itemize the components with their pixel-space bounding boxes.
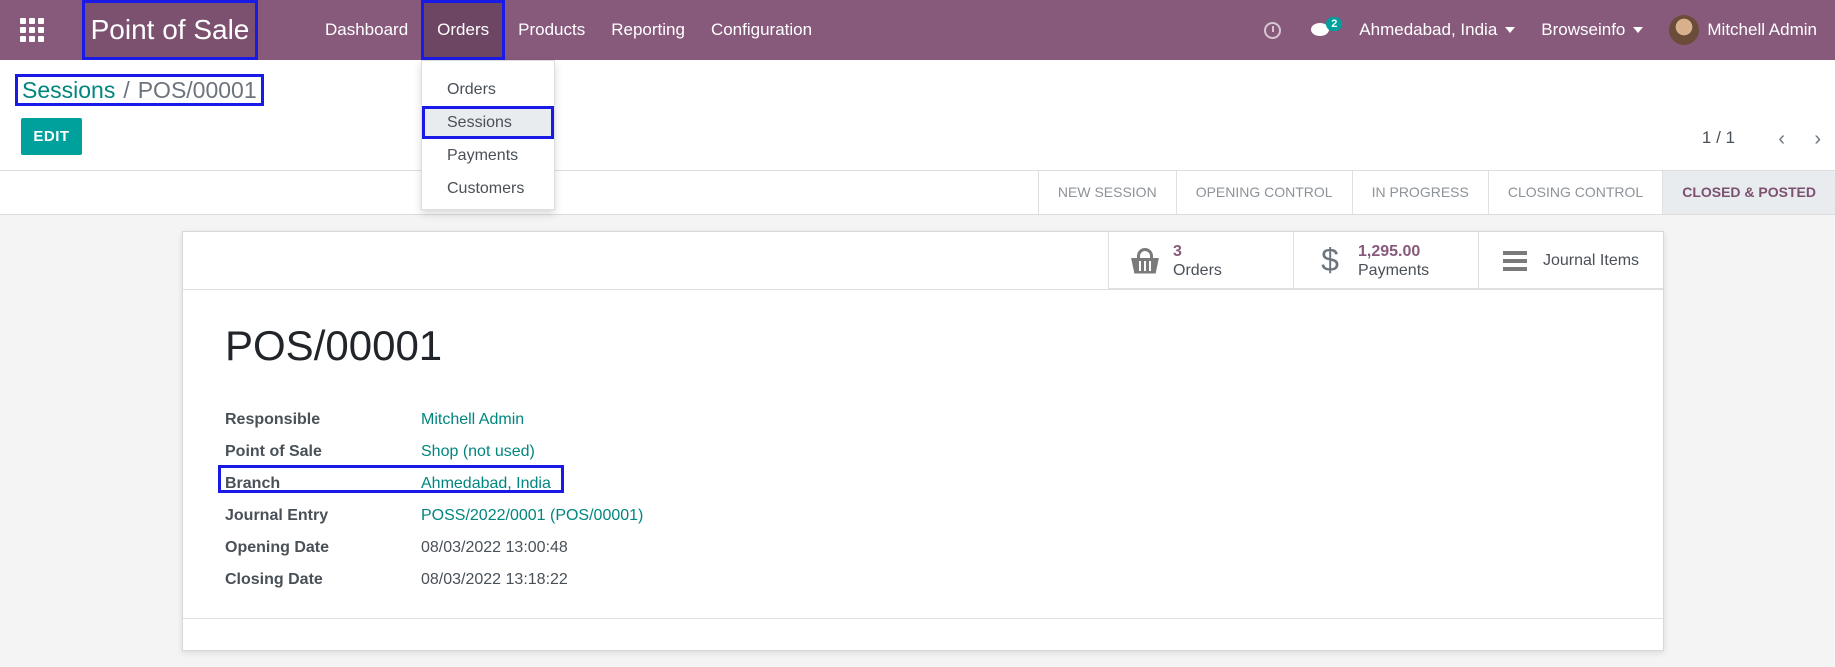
chat-icon[interactable]: 2 (1311, 17, 1343, 39)
branch-link[interactable]: Ahmedabad, India (421, 475, 551, 493)
basket-icon (1127, 246, 1163, 276)
branch-label: Ahmedabad, India (1359, 20, 1498, 39)
payments-label: Payments (1358, 261, 1430, 279)
journal-items-smart-button[interactable]: Journal Items (1478, 232, 1663, 289)
pager-previous-icon[interactable]: ‹ (1778, 128, 1785, 151)
field-label: Responsible (225, 411, 321, 428)
payments-smart-button[interactable]: $ 1,295.00 Payments (1293, 232, 1478, 289)
activity-clock-icon[interactable] (1264, 21, 1282, 39)
user-menu[interactable]: Mitchell Admin (1707, 20, 1817, 40)
field-label: Journal Entry (225, 507, 329, 524)
edit-button[interactable]: EDIT (21, 118, 82, 155)
closing-date-value: 08/03/2022 13:18:22 (421, 571, 568, 588)
orders-count: 3 (1173, 242, 1182, 260)
smart-button-box: 3 Orders $ 1,295.00 Payments Journal Ite… (1108, 232, 1663, 289)
chevron-down-icon (1505, 27, 1516, 33)
breadcrumb-sessions-link[interactable]: Sessions (22, 77, 115, 103)
divider (183, 289, 1663, 290)
divider (183, 618, 1663, 619)
company-label: Browseinfo (1541, 20, 1626, 39)
field-opening-date: Opening Date 08/03/2022 13:00:48 (225, 532, 643, 564)
opening-date-value: 08/03/2022 13:00:48 (421, 539, 568, 556)
field-point-of-sale: Point of Sale Shop (not used) (225, 436, 643, 468)
stage-closed-posted: Closed & Posted (1662, 171, 1835, 214)
status-stages: New Session Opening Control In Progress … (1037, 171, 1835, 214)
breadcrumb: Sessions / POS/00001 (15, 74, 264, 106)
menu-reporting[interactable]: Reporting (598, 0, 698, 60)
list-icon (1497, 246, 1533, 276)
avatar[interactable] (1669, 15, 1700, 45)
dropdown-item-payments[interactable]: Payments (422, 139, 554, 172)
session-fields: Responsible Mitchell Admin Point of Sale… (225, 404, 643, 596)
record-title: POS/00001 (225, 322, 443, 369)
control-panel: Sessions / POS/00001 EDIT 1 / 1 ‹ › (0, 60, 1835, 170)
stage-new-session: New Session (1037, 171, 1176, 214)
breadcrumb-separator: / (123, 77, 130, 103)
dropdown-item-customers[interactable]: Customers (422, 172, 554, 205)
field-label: Opening Date (225, 539, 330, 556)
payments-amount: 1,295.00 (1358, 242, 1421, 260)
app-title: Point of Sale (82, 0, 258, 60)
dollar-icon: $ (1321, 242, 1339, 278)
field-label: Branch (225, 475, 281, 492)
menu-dashboard[interactable]: Dashboard (312, 0, 421, 60)
orders-dropdown-menu: Orders Sessions Payments Customers (421, 60, 555, 210)
pager-value[interactable]: 1 / 1 (1702, 128, 1735, 148)
statusbar: New Session Opening Control In Progress … (0, 170, 1835, 215)
field-responsible: Responsible Mitchell Admin (225, 404, 643, 436)
menu-configuration[interactable]: Configuration (698, 0, 825, 60)
chevron-down-icon (1633, 27, 1644, 33)
field-closing-date: Closing Date 08/03/2022 13:18:22 (225, 564, 643, 596)
branch-switcher[interactable]: Ahmedabad, India (1359, 20, 1516, 40)
top-navbar: Point of Sale Dashboard Orders Products … (0, 0, 1835, 60)
orders-label: Orders (1173, 261, 1222, 279)
stage-opening-control: Opening Control (1175, 171, 1352, 214)
main-menu: Dashboard Orders Products Reporting Conf… (312, 0, 825, 60)
apps-grid-icon[interactable] (20, 18, 44, 42)
journal-entry-link[interactable]: POSS/2022/0001 (POS/00001) (421, 507, 643, 525)
breadcrumb-current: POS/00001 (137, 77, 257, 103)
orders-smart-button[interactable]: 3 Orders (1108, 232, 1293, 289)
journal-items-label: Journal Items (1543, 251, 1640, 269)
point-of-sale-link[interactable]: Shop (not used) (421, 443, 535, 461)
chat-count-badge: 2 (1326, 17, 1343, 31)
menu-orders[interactable]: Orders (421, 0, 506, 60)
field-label: Closing Date (225, 571, 323, 588)
company-switcher[interactable]: Browseinfo (1541, 20, 1644, 40)
stage-closing-control: Closing Control (1487, 171, 1662, 214)
pager-next-icon[interactable]: › (1814, 128, 1821, 151)
field-journal-entry: Journal Entry POSS/2022/0001 (POS/00001) (225, 500, 643, 532)
form-sheet: 3 Orders $ 1,295.00 Payments Journal Ite… (182, 231, 1664, 651)
navbar-systray: 2 Ahmedabad, India Browseinfo Mitchell A… (1264, 0, 1835, 60)
responsible-link[interactable]: Mitchell Admin (421, 411, 524, 429)
menu-products[interactable]: Products (505, 0, 598, 60)
field-label: Point of Sale (225, 443, 322, 460)
field-branch: Branch Ahmedabad, India (225, 468, 643, 500)
stage-in-progress: In Progress (1351, 171, 1488, 214)
dropdown-item-orders[interactable]: Orders (422, 73, 554, 106)
dropdown-item-sessions[interactable]: Sessions (422, 106, 554, 139)
